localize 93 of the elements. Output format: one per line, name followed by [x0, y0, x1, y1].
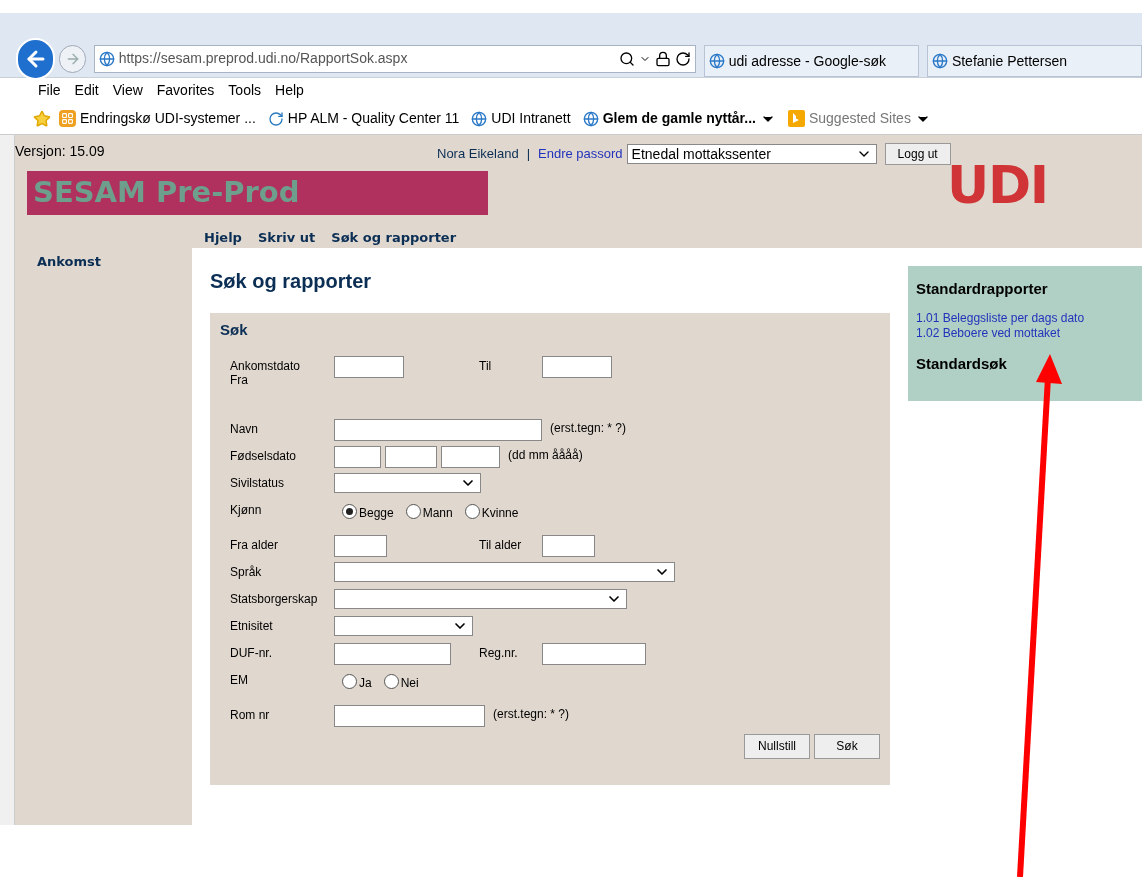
radio-button[interactable]	[383, 673, 399, 689]
input-field[interactable]	[334, 445, 381, 468]
radio-label: Mann	[422, 506, 453, 519]
address-bar[interactable]: https://sesam.preprod.udi.no/RapportSok.aspx	[93, 44, 696, 73]
input-field[interactable]	[542, 534, 595, 557]
panel-title: Søk	[220, 320, 249, 340]
field-label: Statsborgerskap	[230, 590, 315, 606]
radio-button[interactable]	[405, 503, 421, 519]
favorite-link[interactable]: HP ALM - Quality Center 11	[287, 108, 460, 129]
panel-title: Standardrapporter	[916, 279, 1049, 299]
url-text: https://sesam.preprod.udi.no/RapportSok.aspx	[118, 49, 409, 68]
input-field[interactable]	[542, 355, 612, 378]
banner-title: SESAM Pre-Prod	[33, 174, 300, 212]
user-name: Nora Eikeland	[437, 145, 519, 164]
field-label: Ankomstdato Fra	[230, 357, 302, 387]
field-label: EM	[230, 671, 249, 687]
radio-label: Kvinne	[481, 506, 519, 519]
globe-icon	[931, 53, 948, 69]
input-field[interactable]	[334, 642, 451, 665]
hint-text: (erst.tegn: * ?)	[493, 705, 570, 723]
field-label: Rom nr	[230, 706, 271, 722]
app-icon	[59, 110, 76, 127]
swirl-icon	[267, 110, 284, 127]
field-label: Kjønn	[230, 501, 263, 517]
globe-icon	[471, 110, 488, 127]
panel-title: Standardsøk	[916, 353, 1008, 374]
field-label: Sivilstatus	[230, 474, 286, 490]
input-field[interactable]	[334, 534, 387, 557]
separator-text: |	[525, 145, 532, 164]
hint-text: (dd mm åååå)	[508, 446, 583, 464]
field-label: Fra alder	[230, 536, 280, 552]
nav-link[interactable]: Søk og rapporter	[331, 228, 457, 248]
field-label: Etnisitet	[230, 617, 274, 633]
field-label: Språk	[230, 563, 263, 579]
input-field[interactable]	[334, 355, 404, 378]
dropdown[interactable]	[334, 561, 675, 582]
input-field[interactable]	[334, 418, 542, 441]
radio-label: Begge	[359, 506, 394, 519]
browser-tab[interactable]: udi adresse - Google-søk	[703, 45, 919, 77]
menu-item[interactable]: Edit	[74, 80, 99, 101]
lock-icon	[654, 50, 671, 67]
report-link[interactable]: 1.01 Beleggsliste per dags dato	[916, 310, 1142, 326]
globe-icon	[708, 53, 725, 69]
logout-button[interactable]: Logg ut	[884, 143, 951, 165]
back-button[interactable]	[16, 37, 56, 80]
favorite-link[interactable]: Glem de gamle nyttår...	[602, 108, 776, 129]
form-button[interactable]: Søk	[814, 733, 880, 759]
radio-label: Ja	[359, 676, 372, 689]
tab-title: udi adresse - Google-søk	[728, 51, 886, 71]
dropdown[interactable]	[334, 588, 627, 609]
field-label: Til alder	[479, 536, 523, 554]
field-label: Reg.nr.	[479, 644, 519, 662]
field-label: DUF-nr.	[230, 644, 273, 660]
menu-item[interactable]: File	[38, 80, 61, 101]
star-icon[interactable]	[33, 109, 51, 128]
input-field[interactable]	[542, 642, 646, 665]
radio-label: Nei	[400, 676, 419, 689]
tab-title: Stefanie Pettersen	[951, 51, 1068, 71]
radio-button[interactable]	[464, 503, 480, 519]
b-logo-icon	[787, 110, 805, 127]
menu-item[interactable]: View	[112, 80, 143, 101]
input-field[interactable]	[385, 445, 437, 468]
menu-item[interactable]: Help	[275, 80, 304, 101]
form-button[interactable]: Nullstill	[744, 733, 810, 759]
hint-text: (erst.tegn: * ?)	[550, 419, 627, 437]
nav-link[interactable]: Hjelp	[204, 228, 242, 248]
location-dropdown[interactable]: Etnedal mottakssenter	[626, 144, 877, 164]
input-field[interactable]	[441, 445, 500, 468]
field-label: Til	[479, 357, 493, 375]
dropdown[interactable]	[334, 472, 481, 493]
favorite-link[interactable]: UDI Intranett	[491, 108, 571, 129]
globe-icon	[98, 50, 115, 67]
sidebar-item[interactable]: Ankomst	[37, 252, 192, 272]
menu-item[interactable]: Tools	[228, 80, 262, 101]
forward-button[interactable]	[59, 44, 86, 73]
report-link[interactable]: 1.02 Beboere ved mottaket	[916, 325, 1142, 341]
field-label: Fødselsdato	[230, 447, 298, 463]
menu-item[interactable]: Favorites	[156, 80, 215, 101]
globe-icon	[582, 110, 599, 127]
page-title: Søk og rapporter	[210, 269, 373, 294]
nav-link[interactable]: Skriv ut	[257, 228, 316, 248]
favorite-link[interactable]: Suggested Sites	[808, 108, 931, 129]
field-label: Navn	[230, 420, 259, 436]
refresh-icon	[674, 50, 691, 67]
dropdown[interactable]	[334, 615, 473, 636]
change-password-link[interactable]: Endre passord	[538, 144, 623, 164]
search-icon	[618, 50, 635, 67]
radio-button[interactable]	[342, 673, 357, 689]
radio-button[interactable]	[342, 503, 357, 519]
version-text: Versjon: 15.09	[15, 143, 105, 159]
favorite-link[interactable]: Endringskø UDI-systemer ...	[80, 108, 256, 129]
input-field[interactable]	[334, 704, 485, 727]
browser-tab[interactable]: Stefanie Pettersen	[926, 45, 1142, 77]
